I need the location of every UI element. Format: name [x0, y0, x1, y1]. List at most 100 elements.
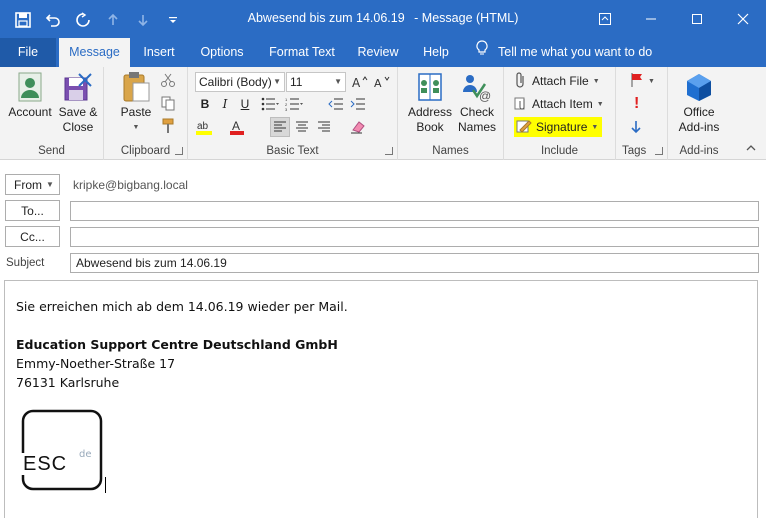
group-include: Attach File ▼ Attach Item ▼ Signature ▼ … — [504, 67, 616, 160]
attach-item-icon — [514, 95, 528, 114]
font-name-value: Calibri (Body) — [199, 75, 272, 89]
follow-up-button[interactable]: ▼ — [630, 71, 655, 91]
address-book-label-2: Book — [416, 120, 444, 134]
account-label: Account — [8, 105, 52, 119]
tell-me-box[interactable]: Tell me what you want to do — [476, 38, 652, 67]
save-close-label-2: Close — [62, 120, 94, 134]
decrease-indent-icon[interactable] — [326, 94, 346, 114]
low-importance-icon[interactable] — [630, 117, 642, 137]
attach-item-button[interactable]: Attach Item ▼ — [514, 94, 604, 114]
font-name-dropdown-icon[interactable]: ▼ — [273, 73, 281, 91]
align-right-icon[interactable] — [314, 117, 334, 137]
tab-insert[interactable]: Insert — [134, 38, 184, 67]
attach-item-label: Attach Item — [532, 97, 593, 111]
tags-launcher-icon[interactable] — [655, 147, 663, 155]
signature-dropdown-icon[interactable]: ▼ — [591, 124, 598, 131]
check-names-label-2: Names — [457, 120, 496, 134]
increase-indent-icon[interactable] — [348, 94, 368, 114]
svg-text:A: A — [352, 76, 361, 89]
save-close-button[interactable]: Save & Close — [56, 71, 100, 135]
message-header: From ▼ kripke@bigbang.local To... Cc... … — [0, 161, 766, 276]
tell-me-text: Tell me what you want to do — [498, 45, 653, 59]
italic-icon[interactable]: I — [215, 94, 235, 114]
bold-icon[interactable]: B — [195, 94, 215, 114]
tab-options[interactable]: Options — [190, 38, 254, 67]
attach-file-dropdown-icon[interactable]: ▼ — [593, 78, 600, 85]
maximize-icon[interactable] — [674, 0, 720, 38]
cc-button[interactable]: Cc... — [5, 226, 60, 247]
account-button[interactable]: Account — [6, 71, 54, 120]
subject-field[interactable]: Abwesend bis zum 14.06.19 — [70, 253, 759, 273]
save-close-label-1: Save & — [58, 105, 98, 119]
signature-button[interactable]: Signature ▼ — [514, 117, 603, 137]
attach-file-label: Attach File — [532, 74, 589, 88]
font-color-icon[interactable]: A — [228, 117, 248, 137]
ribbon-display-icon[interactable] — [582, 0, 628, 38]
close-icon[interactable] — [720, 0, 766, 38]
group-tags: ▼ ! Tags — [616, 67, 668, 160]
grow-font-icon[interactable]: A — [350, 72, 370, 92]
font-size-combo[interactable]: 11 ▼ — [286, 72, 346, 92]
follow-up-dropdown-icon[interactable]: ▼ — [648, 78, 655, 85]
bullets-icon[interactable] — [260, 94, 280, 114]
tab-message[interactable]: Message — [59, 38, 130, 67]
group-label-add-ins: Add-ins — [679, 145, 719, 157]
paste-dropdown-icon[interactable]: ▼ — [110, 120, 162, 135]
group-clipboard: Paste ▼ Clipboard — [104, 67, 188, 160]
format-painter-button[interactable] — [160, 117, 176, 137]
body-line-1: Sie erreichen mich ab dem 14.06.19 wiede… — [16, 299, 348, 314]
svg-text:@: @ — [479, 89, 491, 102]
svg-text:A: A — [232, 119, 240, 133]
align-left-icon[interactable] — [270, 117, 290, 137]
highlight-color-icon[interactable]: ab — [195, 117, 215, 137]
numbering-icon[interactable]: 123 — [284, 94, 304, 114]
company-logo: ESC de — [21, 409, 103, 491]
shrink-font-icon[interactable]: A — [372, 72, 392, 92]
svg-text:ab: ab — [197, 121, 209, 132]
address-book-label-1: Address — [407, 105, 453, 119]
basic-text-launcher-icon[interactable] — [385, 147, 393, 155]
font-size-dropdown-icon[interactable]: ▼ — [334, 73, 342, 91]
clear-formatting-icon[interactable] — [348, 117, 368, 137]
attach-file-button[interactable]: Attach File ▼ — [514, 71, 600, 91]
office-add-ins-label-2: Add-ins — [678, 120, 720, 134]
to-field[interactable] — [70, 201, 759, 221]
clipboard-launcher-icon[interactable] — [175, 147, 183, 155]
office-add-ins-button[interactable]: Office Add-ins — [672, 71, 726, 135]
tab-file[interactable]: File — [0, 38, 56, 67]
paperclip-icon — [514, 71, 528, 91]
message-body[interactable]: Sie erreichen mich ab dem 14.06.19 wiede… — [4, 280, 758, 518]
minimize-icon[interactable] — [628, 0, 674, 38]
signature-label: Signature — [536, 120, 588, 134]
font-size-value: 11 — [290, 75, 303, 89]
paste-button[interactable]: Paste ▼ — [110, 71, 162, 135]
check-names-icon: @ — [460, 71, 494, 103]
check-names-button[interactable]: @ Check Names — [454, 71, 500, 135]
collapse-ribbon-icon[interactable] — [746, 143, 756, 153]
group-label-include: Include — [540, 145, 579, 157]
cc-field[interactable] — [70, 227, 759, 247]
tab-help[interactable]: Help — [414, 38, 458, 67]
tab-review[interactable]: Review — [350, 38, 406, 67]
group-basic-text: Calibri (Body) ▼ 11 ▼ A A B I U 123 ab A… — [188, 67, 398, 160]
font-name-combo[interactable]: Calibri (Body) ▼ — [195, 72, 285, 92]
align-center-icon[interactable] — [292, 117, 312, 137]
copy-button[interactable] — [160, 94, 176, 114]
from-dropdown-icon: ▼ — [46, 180, 54, 189]
window-title-subject: Abwesend bis zum 14.06.19 — [247, 11, 405, 25]
attach-item-dropdown-icon[interactable]: ▼ — [597, 101, 604, 108]
ribbon-tabs: File Message Insert Options Format Text … — [0, 38, 766, 67]
from-button[interactable]: From ▼ — [5, 174, 60, 195]
cut-button[interactable] — [160, 71, 176, 91]
to-label: To... — [21, 203, 44, 218]
high-importance-icon[interactable]: ! — [634, 94, 639, 114]
signature-company: Education Support Centre Deutschland Gmb… — [16, 337, 338, 352]
tab-format-text[interactable]: Format Text — [262, 38, 342, 67]
save-close-icon — [61, 71, 95, 103]
group-send: Account Save & Close Send — [0, 67, 104, 160]
to-button[interactable]: To... — [5, 200, 60, 221]
address-book-button[interactable]: Address Book — [406, 71, 454, 135]
signature-street: Emmy-Noether-Straße 17 — [16, 356, 176, 371]
underline-icon[interactable]: U — [235, 94, 255, 114]
format-painter-icon — [160, 118, 176, 137]
